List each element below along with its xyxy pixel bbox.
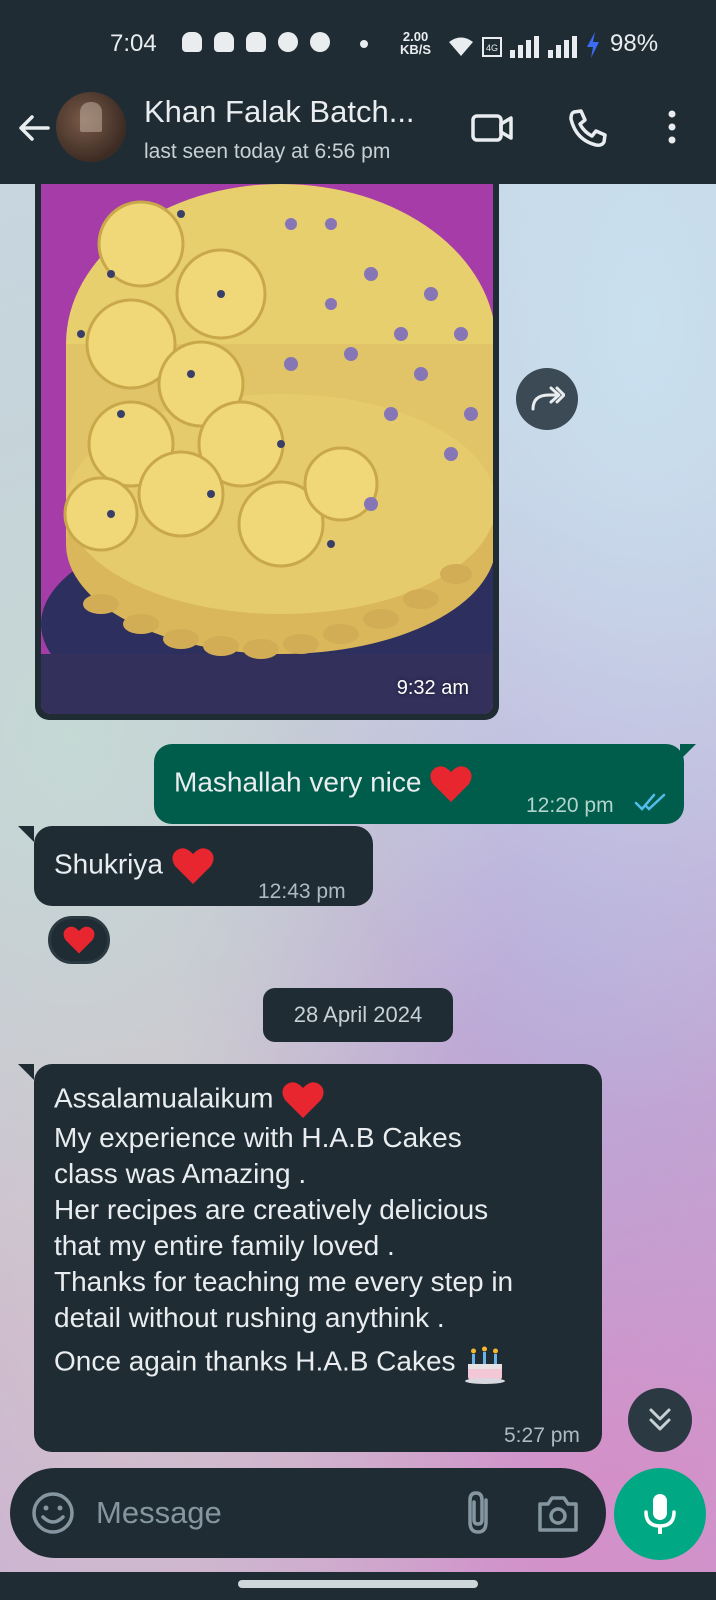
incoming-message[interactable]: Shukriya 12:43 pm [34,826,373,906]
camera-icon[interactable] [534,1490,582,1536]
network-speed: 2.00 KB/S [400,30,431,56]
chat-title[interactable]: Khan Falak Batch... [144,94,415,130]
read-receipt-icon [634,793,666,811]
back-arrow-icon[interactable] [16,110,52,146]
message-line: Thanks for teaching me every step in [54,1266,514,1297]
double-chevron-down-icon [649,1408,671,1431]
heart-emoji-icon [430,766,472,802]
forward-icon [531,386,565,411]
home-indicator[interactable] [238,1580,478,1588]
message-time: 5:27 pm [504,1424,580,1447]
signal-icon [510,36,539,58]
scroll-to-bottom-button[interactable] [628,1388,692,1452]
last-seen-status: last seen today at 6:56 pm [144,140,391,163]
facebook-icon [278,32,298,52]
snapchat-icon [214,32,234,52]
heart-reaction-icon [63,926,95,954]
bubble-tail [18,1064,34,1080]
cake-photo[interactable]: 9:32 am [41,184,493,714]
message-line: detail without rushing anythink . [54,1302,445,1333]
notification-icons [182,32,330,52]
message-line: Her recipes are creatively delicious [54,1194,489,1225]
heart-emoji-icon [172,848,214,884]
image-message-time: 9:32 am [396,677,469,699]
message-time: 12:20 pm [526,794,614,817]
message-composer [10,1468,606,1558]
message-input[interactable] [96,1488,436,1538]
more-options-icon[interactable] [650,106,694,150]
microphone-icon [644,1494,676,1534]
birthday-cake-emoji-icon [465,1346,506,1384]
voice-message-button[interactable] [614,1468,706,1560]
bubble-tail [18,826,34,842]
message-text: Shukriya [54,848,163,880]
battery-level: 98% [610,30,659,57]
volte-icon: 4G [482,37,502,57]
message-time: 12:43 pm [258,880,346,903]
more-notifications-dot [360,40,368,48]
chat-area[interactable]: 9:32 am Mashallah very nice 12:20 pm Shu… [0,184,716,1572]
message-line: Once again thanks H.A.B Cakes [54,1345,456,1377]
image-message[interactable]: 9:32 am [35,184,499,720]
message-line: Assalamualaikum [54,1082,274,1114]
video-call-icon[interactable] [470,106,514,150]
message-line: class was Amazing . [54,1158,307,1189]
incoming-long-message[interactable]: Assalamualaikum My experience with H.A.B… [34,1064,602,1452]
charging-icon [587,32,599,58]
snapchat-icon [246,32,266,52]
emoji-icon[interactable] [30,1490,76,1536]
date-divider: 28 April 2024 [263,988,453,1042]
avatar[interactable] [56,92,126,162]
facebook-icon [310,32,330,52]
attach-icon[interactable] [456,1488,504,1538]
chat-header: Khan Falak Batch... last seen today at 6… [0,88,716,184]
message-text: Mashallah very nice [174,766,422,798]
status-bar: 7:04 2.00 KB/S 4G 98% [0,0,716,88]
wifi-icon [449,37,473,56]
message-line: My experience with H.A.B Cakes [54,1122,462,1153]
heart-emoji-icon [282,1082,324,1118]
outgoing-message[interactable]: Mashallah very nice 12:20 pm [154,744,684,824]
forward-button[interactable] [516,368,578,430]
snapchat-icon [182,32,202,52]
voice-call-icon[interactable] [566,106,610,150]
system-icons: 4G [448,32,600,58]
network-speed-unit: KB/S [400,42,432,57]
status-time: 7:04 [110,30,157,57]
message-line: that my entire family loved . [54,1230,395,1261]
message-reaction[interactable] [48,916,110,964]
svg-text:4G: 4G [486,43,498,53]
signal-icon [548,36,577,58]
